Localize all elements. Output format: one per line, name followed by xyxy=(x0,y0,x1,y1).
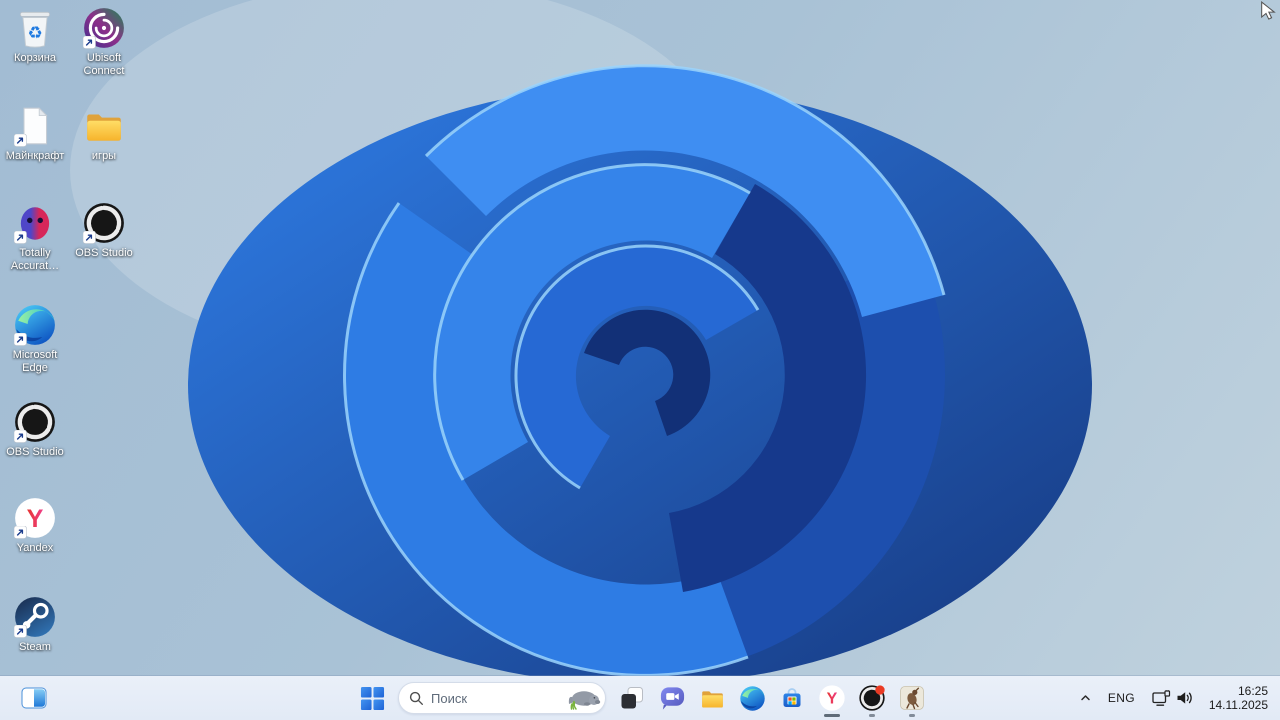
obs-studio-button[interactable] xyxy=(852,678,892,718)
desktop-icon-microsoft-edge[interactable]: Microsoft Edge xyxy=(0,302,70,375)
speaker-volume-icon xyxy=(1177,692,1192,704)
obs-studio-icon xyxy=(858,684,886,712)
desktop-icon-obs-studio-2[interactable]: OBS Studio xyxy=(0,399,70,459)
desktop-icon-label: Майнкрафт xyxy=(5,150,65,162)
desktop-icon-obs-studio[interactable]: OBS Studio xyxy=(69,200,139,260)
task-view-icon xyxy=(621,687,643,709)
desktop-icon-label: OBS Studio xyxy=(6,446,64,458)
desktop-icon-yandex[interactable]: Yandex xyxy=(0,495,70,555)
shortcut-arrow-icon xyxy=(13,333,27,346)
microsoft-store-button[interactable] xyxy=(772,678,812,718)
svg-text:♻: ♻ xyxy=(27,23,42,42)
shortcut-arrow-icon xyxy=(13,526,27,539)
system-tray-quick-settings[interactable] xyxy=(1144,680,1201,716)
microsoft-edge-button[interactable] xyxy=(732,678,772,718)
yandex-browser-icon xyxy=(819,685,845,711)
manatee-search-highlight-image[interactable] xyxy=(563,685,603,712)
mouse-cursor xyxy=(1261,1,1276,20)
shortcut-arrow-icon xyxy=(82,231,96,244)
desktop-icon-games-folder[interactable]: игры xyxy=(69,103,139,163)
desktop-icon-label: Ubisoft Connect xyxy=(83,52,125,77)
desktop-icon-label: Корзина xyxy=(14,52,56,64)
shortcut-arrow-icon xyxy=(82,36,96,49)
microsoft-store-icon xyxy=(783,688,801,707)
chat-teams-button[interactable] xyxy=(652,678,692,718)
ethernet-network-icon xyxy=(1152,689,1170,706)
desktop-icon-label: игры xyxy=(91,150,117,162)
search-placeholder: Поиск xyxy=(431,690,468,706)
tray-date: 14.11.2025 xyxy=(1208,698,1268,712)
start-button[interactable] xyxy=(352,678,392,718)
file-explorer-icon xyxy=(701,690,723,707)
clock[interactable]: 16:25 14.11.2025 xyxy=(1201,680,1274,716)
file-explorer-button[interactable] xyxy=(692,678,732,718)
shortcut-arrow-icon xyxy=(13,231,27,244)
widgets-board-icon xyxy=(21,687,47,709)
search-icon xyxy=(409,691,424,705)
game-window-button[interactable] xyxy=(892,678,932,718)
microsoft-edge-icon xyxy=(739,685,765,711)
windows-start-icon xyxy=(360,686,384,710)
task-view-button[interactable] xyxy=(612,678,652,718)
shortcut-arrow-icon xyxy=(13,430,27,443)
desktop-wallpaper xyxy=(0,0,1280,720)
language-label: ENG xyxy=(1107,691,1135,705)
taskbar-search[interactable]: Поиск xyxy=(398,682,606,714)
desktop-icon-label: Microsoft Edge xyxy=(12,349,58,374)
bloom-flower-graphic xyxy=(70,0,1092,685)
notification-badge xyxy=(875,685,885,695)
desktop-icon-recycle-bin[interactable]: ♻ Корзина xyxy=(0,5,70,65)
game-window-icon xyxy=(900,686,924,710)
running-app-indicator xyxy=(869,714,875,717)
taskbar: Поиск ENG 16:25 14.11.2025 xyxy=(0,676,1280,720)
desktop-icon-label: Yandex xyxy=(16,542,54,554)
folder-icon xyxy=(87,113,121,141)
desktop-icon-label: Steam xyxy=(19,641,51,653)
shortcut-arrow-icon xyxy=(13,134,27,147)
recycle-bin-icon: ♻ xyxy=(19,11,51,48)
language-switcher[interactable]: ENG xyxy=(1099,680,1144,716)
desktop-icon-label: OBS Studio xyxy=(75,247,133,259)
chevron-up-icon xyxy=(1081,695,1091,701)
widgets-button[interactable] xyxy=(14,678,54,718)
desktop-icon-totally-accurate[interactable]: Totally Accurat… xyxy=(0,200,70,273)
desktop-icon-minecraft[interactable]: Майнкрафт xyxy=(0,103,70,163)
hidden-icons-button[interactable] xyxy=(1073,680,1099,716)
shortcut-arrow-icon xyxy=(13,625,27,638)
desktop-icon-steam[interactable]: Steam xyxy=(0,594,70,654)
desktop-icon-label: Totally Accurat… xyxy=(10,247,60,272)
running-app-indicator xyxy=(909,714,915,717)
desktop-icon-ubisoft-connect[interactable]: Ubisoft Connect xyxy=(69,5,139,78)
video-chat-icon xyxy=(660,687,684,710)
tray-time: 16:25 xyxy=(1237,684,1268,698)
active-app-indicator xyxy=(824,714,840,717)
yandex-browser-button[interactable] xyxy=(812,678,852,718)
